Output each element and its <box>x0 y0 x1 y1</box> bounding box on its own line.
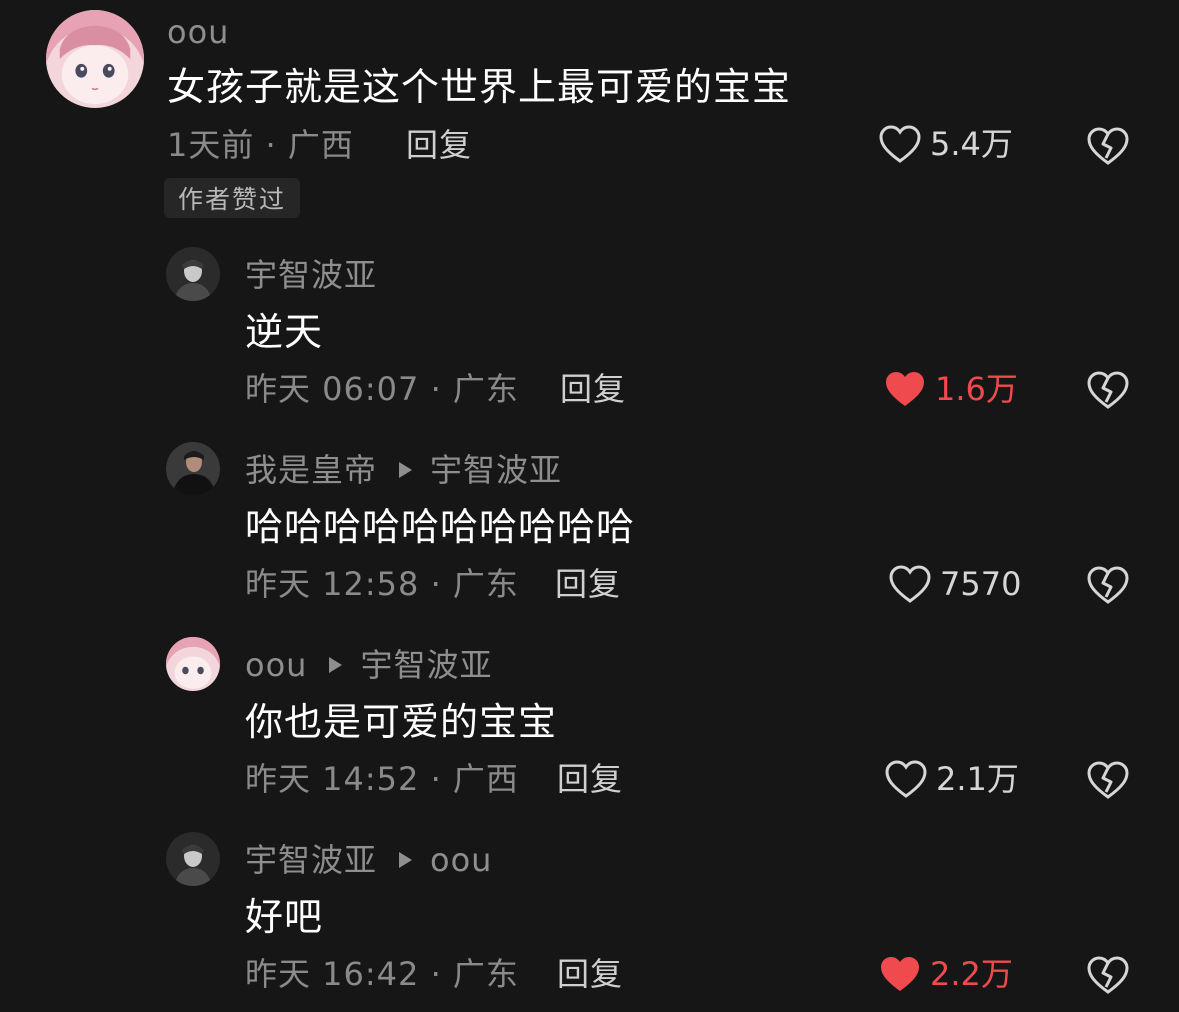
comment-username[interactable]: oou 宇智波亚 <box>245 649 492 681</box>
heart-filled-icon <box>881 957 919 991</box>
reply-to-user[interactable]: 宇智波亚 <box>360 646 492 684</box>
reply-button[interactable]: 回复 <box>555 568 621 600</box>
heart-outline-icon <box>879 125 921 163</box>
reply-button[interactable]: 回复 <box>557 763 623 795</box>
reply-button[interactable]: 回复 <box>557 958 623 990</box>
broken-heart-icon <box>1087 127 1129 165</box>
comment-username[interactable]: 我是皇帝 宇智波亚 <box>245 454 562 486</box>
reply-arrow-icon <box>399 852 413 868</box>
dislike-button[interactable] <box>1086 564 1130 606</box>
comment-username[interactable]: 宇智波亚 oou <box>245 844 492 876</box>
comment-text: 逆天 <box>245 310 324 354</box>
comment-text: 好吧 <box>245 895 324 939</box>
broken-heart-icon <box>1087 566 1129 604</box>
avatar[interactable] <box>166 637 220 691</box>
reply-arrow-icon <box>329 657 343 673</box>
comment-author[interactable]: oou <box>245 646 307 684</box>
broken-heart-icon <box>1087 371 1129 409</box>
like-count: 7570 <box>940 565 1022 603</box>
avatar[interactable] <box>166 442 220 496</box>
like-count: 2.2万 <box>930 955 1013 993</box>
dislike-button[interactable] <box>1086 125 1130 167</box>
heart-filled-icon <box>886 372 924 406</box>
avatar[interactable] <box>166 247 220 301</box>
reply-arrow-icon <box>399 462 413 478</box>
broken-heart-icon <box>1087 956 1129 994</box>
reply-button[interactable]: 回复 <box>560 373 626 405</box>
comment-author[interactable]: 宇智波亚 <box>245 841 377 879</box>
like-button[interactable]: 5.4万 <box>878 124 1013 164</box>
heart-outline-icon <box>885 760 927 798</box>
dislike-button[interactable] <box>1086 369 1130 411</box>
dislike-button[interactable] <box>1086 954 1130 996</box>
comment-username[interactable]: oou <box>167 16 229 48</box>
comment-meta: 昨天 14:52 · 广西 <box>245 760 519 798</box>
comment-author[interactable]: 我是皇帝 <box>245 451 377 489</box>
like-count: 5.4万 <box>930 125 1013 163</box>
comment-meta: 1天前 · 广西 <box>167 126 354 164</box>
broken-heart-icon <box>1087 761 1129 799</box>
comment-thread: oou 女孩子就是这个世界上最可爱的宝宝 1天前 · 广西 回复 5.4万 作者… <box>0 0 1179 1012</box>
comment-meta: 昨天 16:42 · 广东 <box>245 955 519 993</box>
like-count: 2.1万 <box>936 760 1019 798</box>
reply-to-user[interactable]: oou <box>430 841 492 879</box>
like-button[interactable]: 2.1万 <box>884 759 1019 799</box>
like-button[interactable]: 7570 <box>888 564 1021 604</box>
heart-outline-icon <box>889 565 931 603</box>
comment-meta: 昨天 12:58 · 广东 <box>245 565 519 603</box>
avatar[interactable] <box>46 10 144 108</box>
author-liked-badge: 作者赞过 <box>164 178 301 218</box>
like-button[interactable]: 2.2万 <box>878 954 1013 994</box>
comment-meta: 昨天 06:07 · 广东 <box>245 370 519 408</box>
comment-text: 你也是可爱的宝宝 <box>245 700 558 744</box>
reply-button[interactable]: 回复 <box>406 129 472 161</box>
like-button[interactable]: 1.6万 <box>883 369 1018 409</box>
reply-to-user[interactable]: 宇智波亚 <box>430 451 562 489</box>
like-count: 1.6万 <box>935 370 1018 408</box>
comment-username[interactable]: 宇智波亚 <box>245 259 377 291</box>
dislike-button[interactable] <box>1086 759 1130 801</box>
comment-text: 女孩子就是这个世界上最可爱的宝宝 <box>167 65 792 109</box>
comment-text: 哈哈哈哈哈哈哈哈哈哈 <box>245 505 636 549</box>
avatar[interactable] <box>166 832 220 886</box>
